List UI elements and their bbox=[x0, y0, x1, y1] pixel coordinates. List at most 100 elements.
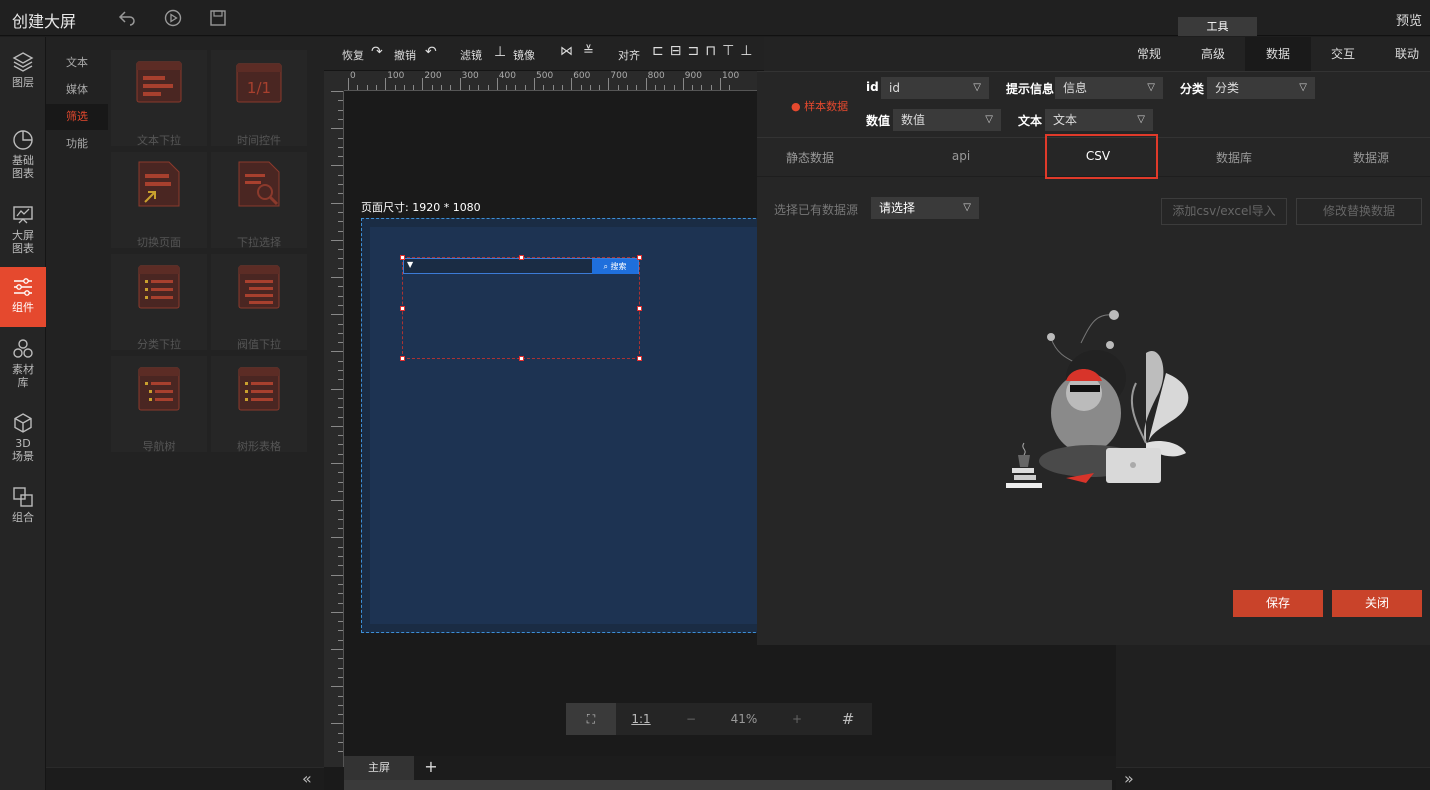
align-icons[interactable]: ⊏⊟⊐⊓⊤⊥ bbox=[652, 43, 759, 59]
ruler-tick bbox=[331, 388, 343, 390]
redo-icon[interactable]: ↷ bbox=[371, 44, 383, 60]
mirror-button[interactable]: 镜像 bbox=[513, 47, 535, 63]
tip-label: 提示信息 bbox=[1006, 82, 1055, 96]
id-select[interactable]: id ▽ bbox=[881, 77, 989, 99]
replace-data-button[interactable]: 修改替换数据 bbox=[1296, 198, 1422, 225]
triangle-down-icon: ▽ bbox=[1299, 82, 1307, 93]
search-doc-icon bbox=[238, 161, 280, 207]
fit-screen-icon[interactable]: ⛶ bbox=[566, 703, 616, 735]
ruler-tick bbox=[338, 295, 343, 297]
align-button[interactable]: 对齐 bbox=[618, 47, 640, 63]
component-card-threshold-dropdown[interactable]: 阀值下拉 bbox=[211, 254, 307, 351]
rail-item-layers[interactable]: 图层 bbox=[0, 51, 46, 89]
ruler-tick bbox=[331, 239, 343, 241]
source-database[interactable]: 数据库 bbox=[1184, 149, 1284, 166]
add-csv-button[interactable]: 添加csv/excel导入 bbox=[1161, 198, 1287, 225]
component-card-nav-tree[interactable]: 导航树 bbox=[111, 356, 207, 453]
caret-down-icon: ▼ bbox=[407, 260, 414, 269]
ruler-tick bbox=[338, 221, 343, 223]
save-button[interactable]: 保存 bbox=[1233, 590, 1323, 617]
ruler-label: 0 bbox=[350, 71, 356, 81]
ruler-tick bbox=[580, 85, 582, 90]
horizontal-scrollbar[interactable] bbox=[344, 780, 1112, 790]
tab-linkage[interactable]: 联动 bbox=[1374, 37, 1430, 71]
rail-item-3d-scene[interactable]: 3D场景 bbox=[0, 412, 46, 463]
ruler-tick bbox=[331, 463, 343, 464]
rail-item-screen-chart[interactable]: 大屏图表 bbox=[0, 204, 46, 255]
tab-general[interactable]: 常规 bbox=[1116, 37, 1182, 71]
ruler-tick bbox=[338, 518, 343, 520]
resize-handle[interactable] bbox=[400, 356, 405, 361]
filter-button[interactable]: 滤镜 bbox=[460, 47, 482, 63]
bar-chart-icon[interactable]: ⊥ bbox=[494, 44, 506, 60]
ruler-label: 900 bbox=[684, 71, 702, 81]
submenu-text[interactable]: 文本 bbox=[46, 50, 108, 76]
resize-handle[interactable] bbox=[637, 306, 642, 311]
component-card-tree-table[interactable]: 树形表格 bbox=[211, 356, 307, 453]
category-select[interactable]: 分类 ▽ bbox=[1207, 77, 1315, 99]
resize-handle[interactable] bbox=[519, 356, 524, 361]
undo-icon[interactable]: ↶ bbox=[425, 44, 437, 60]
play-icon[interactable] bbox=[164, 9, 182, 27]
close-button[interactable]: 关闭 bbox=[1332, 590, 1422, 617]
zoom-out-button[interactable]: − bbox=[666, 703, 716, 735]
component-label: 切换页面 bbox=[137, 236, 181, 249]
ruler-tick bbox=[608, 78, 610, 90]
component-card-category-dropdown[interactable]: 分类下拉 bbox=[111, 254, 207, 351]
ruler-tick bbox=[331, 537, 343, 539]
existing-source-select[interactable]: 请选择 ▽ bbox=[871, 197, 979, 219]
value-select[interactable]: 数值 ▽ bbox=[893, 109, 1001, 131]
grid-icon[interactable]: # bbox=[824, 703, 872, 735]
rail-item-group[interactable]: 组合 bbox=[0, 486, 46, 524]
component-card-text-dropdown[interactable]: 文本下拉 bbox=[111, 50, 207, 147]
back-icon[interactable] bbox=[118, 9, 136, 27]
source-datasource[interactable]: 数据源 bbox=[1321, 149, 1421, 166]
resize-handle[interactable] bbox=[637, 255, 642, 260]
resize-handle[interactable] bbox=[637, 356, 642, 361]
text-select[interactable]: 文本 ▽ bbox=[1045, 109, 1153, 131]
ruler-tick bbox=[338, 556, 343, 557]
rail-item-basic-chart[interactable]: 基础图表 bbox=[0, 129, 46, 180]
id-select-value: id bbox=[889, 81, 900, 95]
submenu-media[interactable]: 媒体 bbox=[46, 77, 108, 103]
one-to-one-button[interactable]: 1:1 bbox=[618, 703, 664, 735]
resize-handle[interactable] bbox=[519, 255, 524, 260]
tab-advanced[interactable]: 高级 bbox=[1180, 37, 1246, 71]
source-static[interactable]: 静态数据 bbox=[760, 149, 860, 166]
resize-handle[interactable] bbox=[400, 255, 405, 260]
flip-horizontal-icon[interactable]: ⋈ bbox=[560, 44, 573, 59]
source-api[interactable]: api bbox=[911, 149, 1011, 163]
zoom-in-button[interactable]: + bbox=[772, 703, 822, 735]
save-icon[interactable] bbox=[209, 9, 227, 27]
undo-button[interactable]: 撤销 bbox=[394, 47, 416, 63]
selected-search-widget[interactable]: ▼ ⌕ 搜索 bbox=[400, 255, 642, 361]
ruler-tick bbox=[338, 490, 343, 492]
add-screen-button[interactable]: + bbox=[422, 756, 440, 780]
tab-main-screen[interactable]: 主屏 bbox=[344, 756, 414, 780]
rail-item-materials[interactable]: 素材库 bbox=[0, 338, 46, 389]
tab-data[interactable]: 数据 bbox=[1245, 37, 1311, 71]
collapse-right-icon[interactable]: » bbox=[1124, 769, 1134, 788]
component-card-time-control[interactable]: 1/1 时间控件 bbox=[211, 50, 307, 147]
triangle-down-icon: ▽ bbox=[973, 82, 981, 93]
component-card-switch-page[interactable]: 切换页面 bbox=[111, 152, 207, 249]
search-button[interactable]: ⌕ 搜索 bbox=[592, 259, 638, 274]
ruler-tick bbox=[338, 174, 343, 176]
flip-vertical-icon[interactable]: ≚ bbox=[583, 44, 594, 59]
submenu-function[interactable]: 功能 bbox=[46, 131, 108, 157]
tab-interaction[interactable]: 交互 bbox=[1310, 37, 1376, 71]
tip-select[interactable]: 信息 ▽ bbox=[1055, 77, 1163, 99]
submenu-filter[interactable]: 筛选 bbox=[46, 104, 108, 130]
rail-item-components[interactable]: 组件 bbox=[0, 267, 46, 327]
page-size-label: 页面尺寸: 1920 * 1080 bbox=[361, 201, 481, 214]
collapse-left-icon[interactable]: « bbox=[302, 769, 312, 788]
resize-handle[interactable] bbox=[400, 306, 405, 311]
restore-button[interactable]: 恢复 bbox=[342, 47, 364, 63]
ruler-tick bbox=[692, 85, 694, 90]
ruler-label: 600 bbox=[573, 71, 591, 81]
ruler-tick bbox=[338, 593, 343, 595]
component-card-dropdown-select[interactable]: 下拉选择 bbox=[211, 152, 307, 249]
tool-tab[interactable]: 工具 bbox=[1178, 17, 1257, 36]
preview-button[interactable]: 预览 bbox=[1396, 10, 1422, 29]
search-input[interactable]: ▼ ⌕ 搜索 bbox=[403, 258, 639, 274]
